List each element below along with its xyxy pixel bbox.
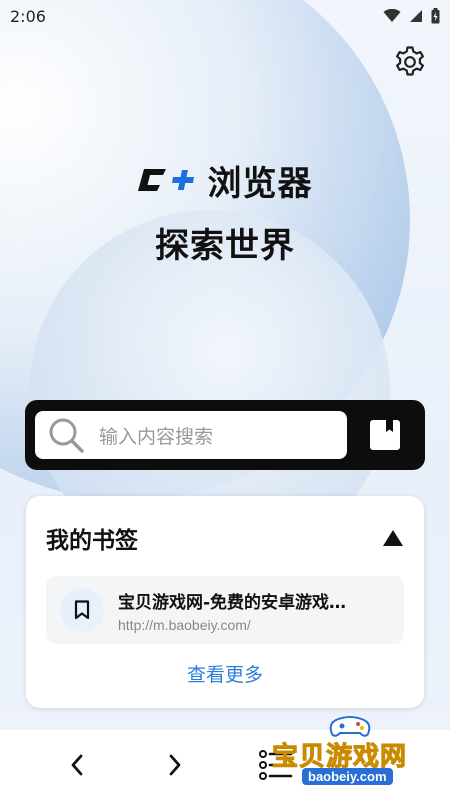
forward-button[interactable]	[160, 750, 190, 780]
c-plus-logo-icon	[137, 169, 194, 191]
view-more-link[interactable]: 查看更多	[46, 660, 404, 687]
back-button[interactable]	[62, 750, 92, 780]
settings-button[interactable]	[392, 44, 428, 80]
watermark: 宝贝游戏网 baobeiy.com	[268, 712, 448, 800]
tagline: 探索世界	[155, 226, 295, 266]
search-icon	[49, 418, 84, 453]
bookmarks-title: 我的书签	[46, 528, 138, 554]
status-time: 2:06	[10, 6, 46, 26]
wifi-icon	[383, 9, 401, 22]
status-icons	[383, 8, 440, 24]
hero: 浏览器 探索世界	[0, 158, 450, 267]
bookmarks-header: 我的书签	[46, 518, 404, 558]
battery-icon	[431, 8, 440, 24]
watermark-url: baobeiy.com	[302, 768, 393, 785]
search-placeholder: 输入内容搜索	[99, 425, 214, 448]
bookmark-outline-icon	[74, 600, 90, 620]
search-input[interactable]: 输入内容搜索	[35, 411, 347, 459]
bookmark-item[interactable]: 宝贝游戏网-免费的安卓游戏… http://m.baobeiy.com/	[46, 576, 404, 644]
bookmark-item-name: 宝贝游戏网-免费的安卓游戏…	[118, 592, 347, 613]
signal-icon	[410, 10, 422, 22]
back-icon	[71, 754, 83, 776]
bookmarks-card: 我的书签 宝贝游戏网-免费的安卓游戏… http://m.baobeiy.com…	[26, 496, 424, 708]
app-name: 浏览器	[207, 163, 313, 204]
search-bar: 输入内容搜索	[25, 400, 425, 470]
bookmark-item-icon-box	[60, 588, 104, 632]
hero-title-row: 浏览器	[0, 158, 450, 204]
bookmark-icon	[370, 420, 400, 450]
gamepad-icon	[329, 716, 371, 737]
app-logo	[137, 165, 198, 195]
forward-icon	[169, 754, 181, 776]
chevron-up-icon[interactable]	[382, 529, 404, 547]
bookmarks-button[interactable]	[365, 415, 405, 455]
status-bar: 2:06	[0, 0, 450, 32]
bookmark-item-text: 宝贝游戏网-免费的安卓游戏… http://m.baobeiy.com/	[118, 588, 388, 633]
bookmark-item-url: http://m.baobeiy.com/	[118, 616, 251, 633]
gear-icon	[396, 46, 424, 76]
